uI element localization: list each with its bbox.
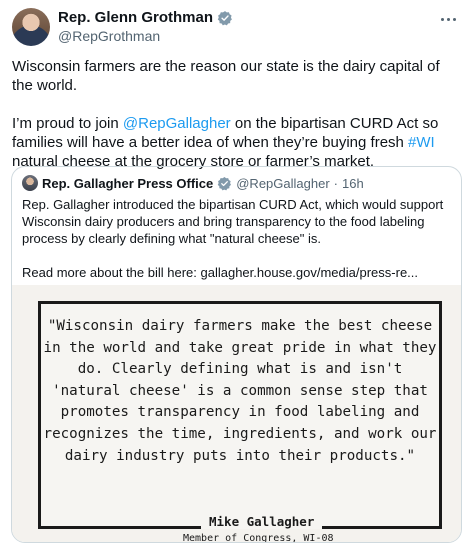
verified-badge-icon [217, 10, 232, 25]
verified-badge-icon [217, 176, 232, 190]
tweet-paragraph-1: Wisconsin farmers are the reason our sta… [12, 58, 440, 94]
quote-signature-name: Mike Gallagher [201, 514, 323, 529]
quote-graphic-text: "Wisconsin dairy farmers make the best c… [43, 318, 437, 464]
author-handle[interactable]: @RepGrothman [58, 28, 160, 44]
quoted-tweet-header: Rep. Gallagher Press Office @RepGallaghe… [22, 175, 364, 191]
author-display-name[interactable]: Rep. Glenn Grothman [58, 9, 213, 26]
tweet-body: Wisconsin farmers are the reason our sta… [12, 57, 460, 171]
quoted-tweet-card[interactable]: Rep. Gallagher Press Office @RepGallaghe… [11, 166, 462, 543]
tweet-text-segment: I’m proud to join [12, 115, 123, 132]
quoted-tweet-image[interactable]: "Wisconsin dairy farmers make the best c… [12, 285, 461, 542]
time-separator: · [333, 175, 338, 191]
author-avatar[interactable] [12, 8, 50, 46]
more-dot [440, 17, 444, 21]
quoted-author-handle: @RepGallagher [236, 175, 330, 191]
mention-link[interactable]: @RepGallagher [123, 115, 231, 132]
quote-signature-title: Member of Congress, WI-08 [183, 533, 334, 543]
quoted-tweet-text: Rep. Gallagher introduced the bipartisan… [22, 197, 444, 246]
quote-graphic-frame: "Wisconsin dairy farmers make the best c… [38, 301, 442, 542]
more-dot [446, 17, 450, 21]
author-name-row: Rep. Glenn Grothman [58, 9, 233, 26]
more-dot [452, 17, 456, 21]
quoted-author-name: Rep. Gallagher Press Office [42, 175, 214, 191]
quoted-tweet-read-more: Read more about the bill here: gallagher… [22, 265, 419, 280]
quoted-author-avatar [22, 175, 38, 191]
tweet: Rep. Glenn Grothman @RepGrothman Wiscons… [0, 0, 472, 550]
quoted-tweet-time: 16h [342, 175, 364, 191]
hashtag-link[interactable]: #WI [408, 134, 435, 151]
tweet-paragraph-2: I’m proud to join @RepGallagher on the b… [12, 114, 460, 171]
more-horizontal-icon[interactable] [438, 12, 458, 26]
quoted-tweet-body: Rep. Gallagher introduced the bipartisan… [22, 196, 454, 281]
